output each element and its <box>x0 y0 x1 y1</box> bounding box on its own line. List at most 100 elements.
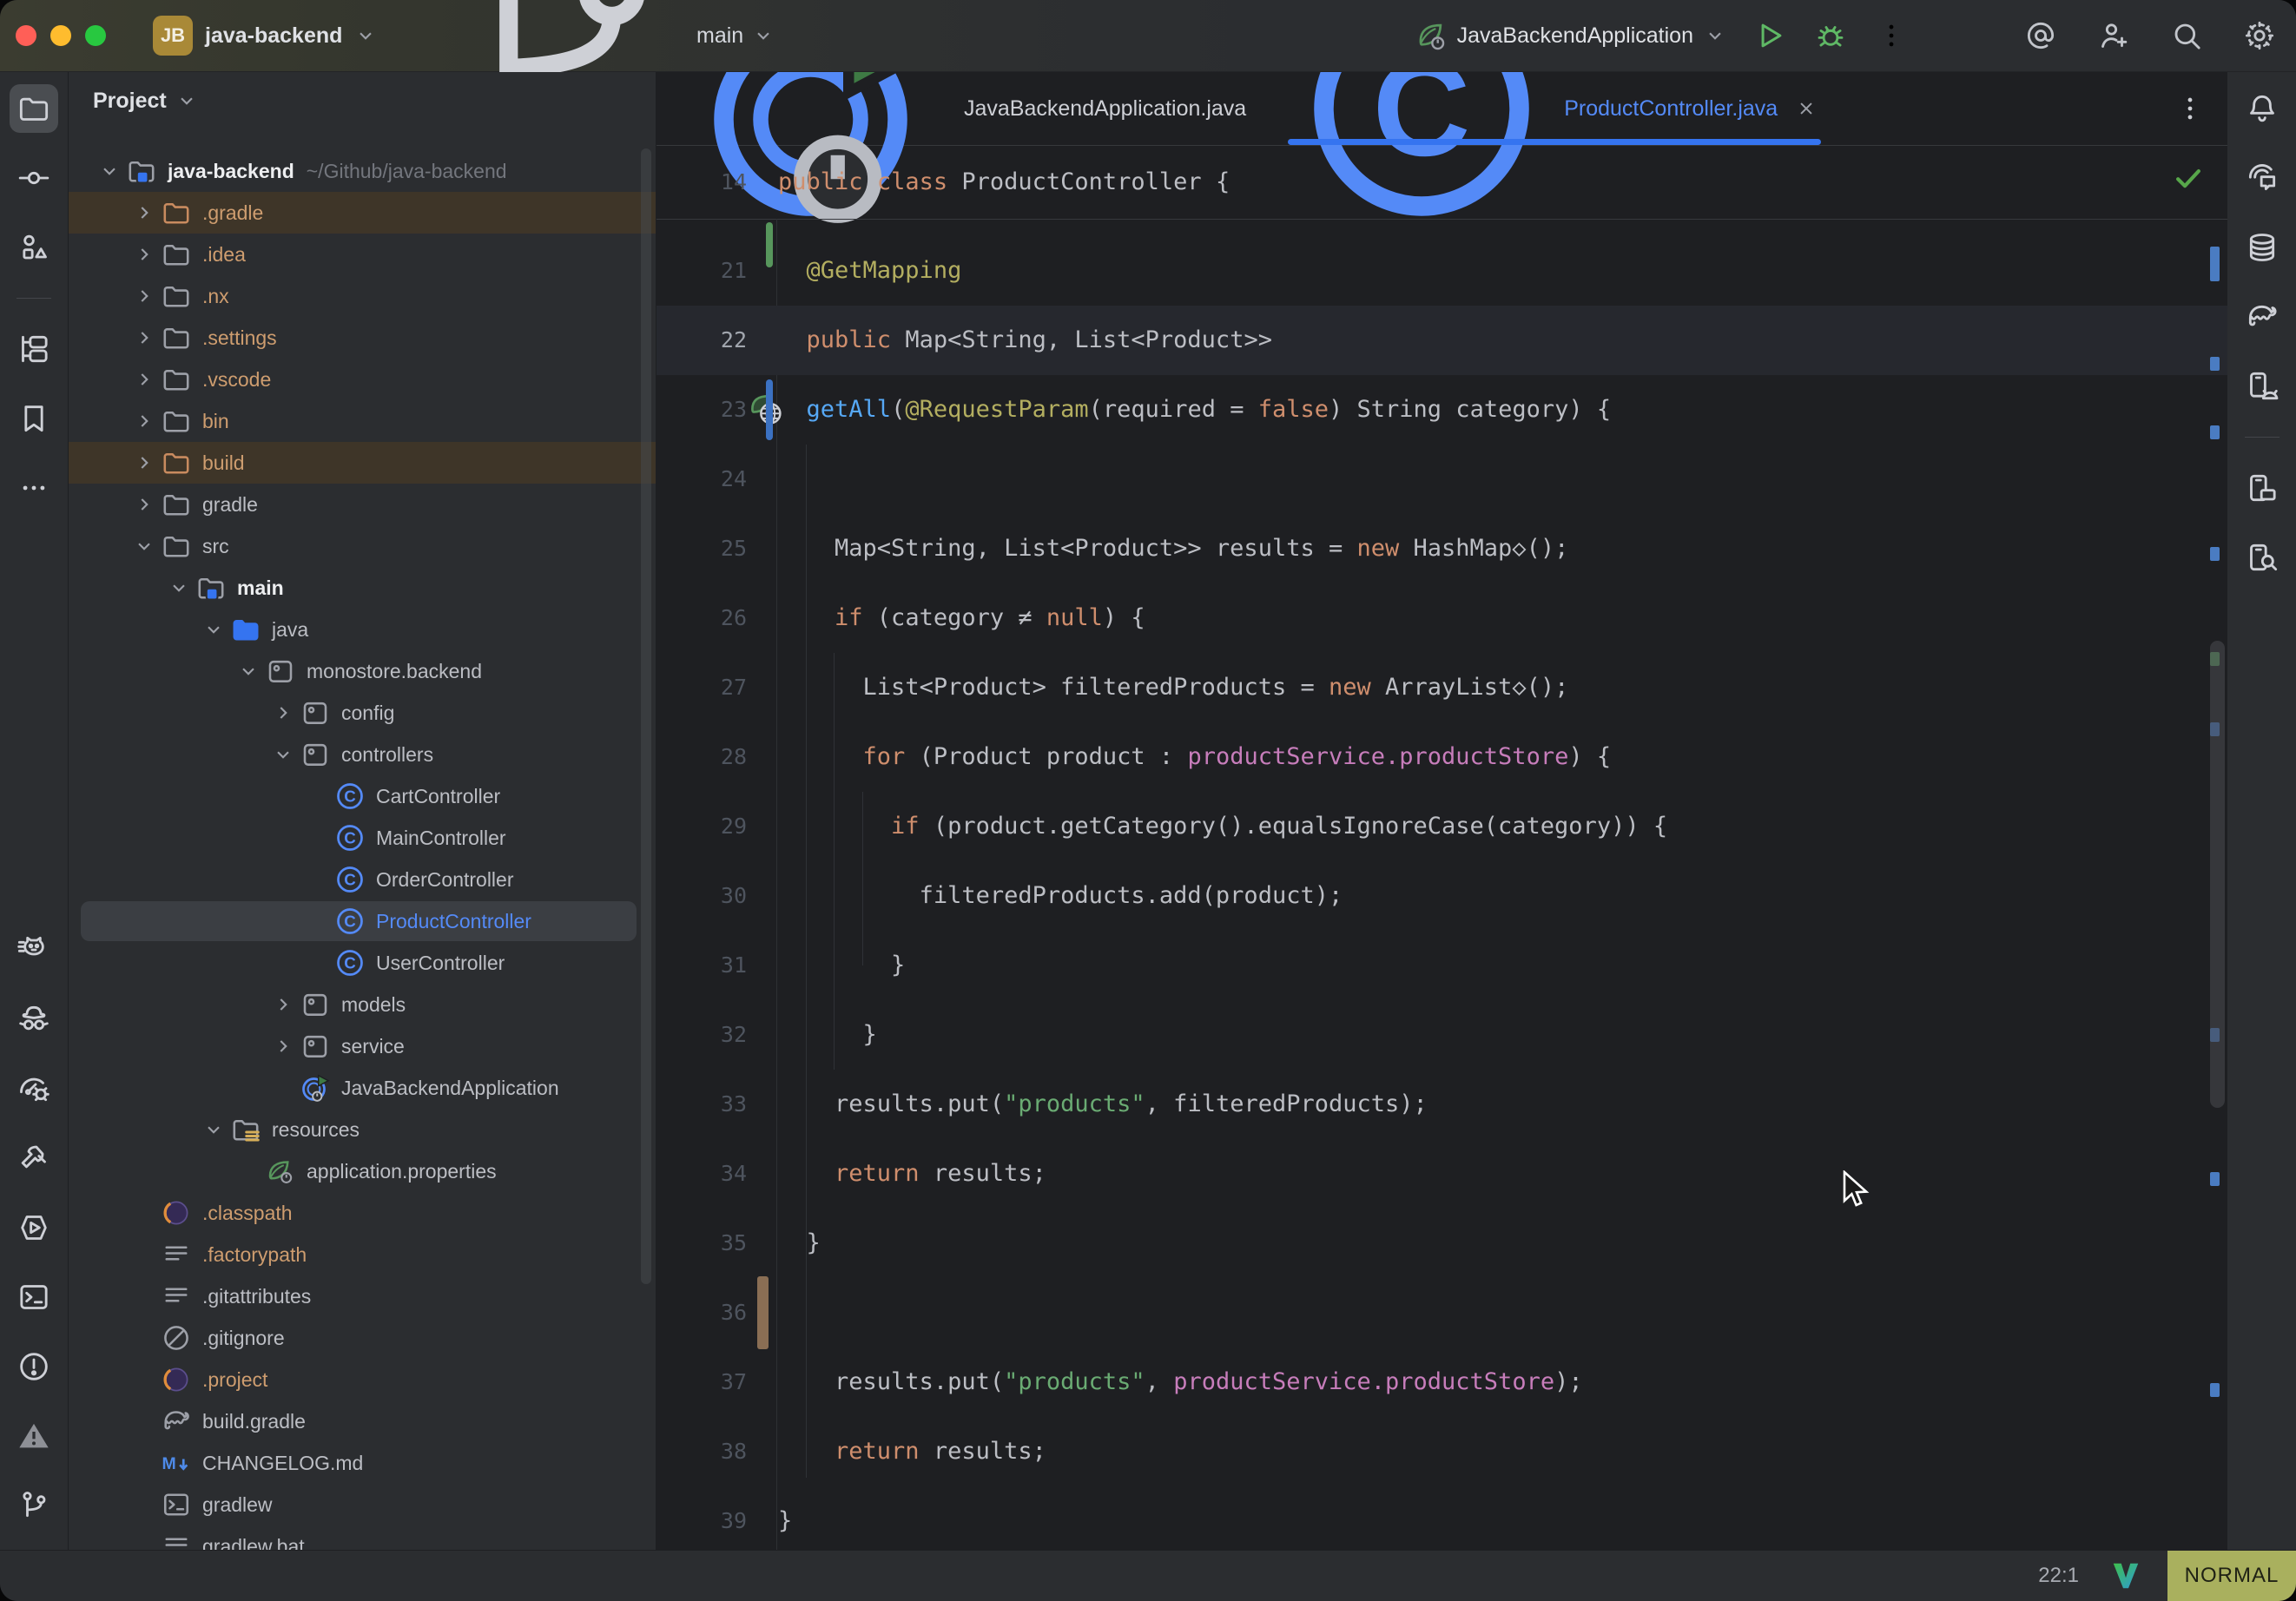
line-number[interactable]: 30 <box>656 861 747 931</box>
code-line-22[interactable]: 22 public Map<String, List<Product>> <box>656 306 2227 375</box>
ai-cat-plugin-icon[interactable] <box>10 926 58 974</box>
code-line-24[interactable]: 24 <box>656 445 2227 514</box>
device-explorer-tool-icon[interactable] <box>2238 533 2286 582</box>
terminal-tool-icon[interactable] <box>10 1273 58 1321</box>
chevron-down-icon[interactable] <box>268 740 298 769</box>
tree-item-application-properties[interactable]: application.properties <box>69 1150 656 1192</box>
tree-item--gradle[interactable]: .gradle <box>69 192 656 234</box>
chevron-down-icon[interactable] <box>199 615 228 644</box>
code-line-32[interactable]: 32 } <box>656 1000 2227 1070</box>
project-tree-scrollbar[interactable] <box>641 148 651 1284</box>
code-line-37[interactable]: 37 results.put("products", productServic… <box>656 1347 2227 1417</box>
code-line-26[interactable]: 26 if (category ≠ null) { <box>656 583 2227 653</box>
tree-item--gitattributes[interactable]: .gitattributes <box>69 1275 656 1317</box>
code-line-14[interactable]: public class ProductController { <box>778 146 1230 219</box>
tree-item-service[interactable]: service <box>69 1025 656 1067</box>
code-line-35[interactable]: 35 } <box>656 1209 2227 1278</box>
error-stripe-mark[interactable] <box>2210 247 2220 281</box>
tree-item-controllers[interactable]: controllers <box>69 734 656 775</box>
chevron-right-icon[interactable] <box>129 406 159 436</box>
tree-item-gradle[interactable]: gradle <box>69 484 656 525</box>
chevron-right-icon[interactable] <box>129 448 159 478</box>
tree-item-monostore-backend[interactable]: monostore.backend <box>69 650 656 692</box>
code-line-38[interactable]: 38 return results; <box>656 1417 2227 1486</box>
chevron-right-icon[interactable] <box>268 1031 298 1061</box>
chevron-right-icon[interactable] <box>129 323 159 352</box>
zoom-button[interactable] <box>85 25 106 46</box>
tree-item-gradlew-bat[interactable]: gradlew.bat <box>69 1525 656 1551</box>
line-number[interactable]: 35 <box>656 1209 747 1278</box>
error-stripe-mark[interactable] <box>2210 547 2220 561</box>
vim-mode-badge[interactable]: NORMAL <box>2167 1551 2296 1601</box>
line-number[interactable]: 25 <box>656 514 747 583</box>
inspections-ok-icon[interactable] <box>2172 161 2205 198</box>
version-control-tool-icon[interactable] <box>10 1481 58 1530</box>
device-manager-tool-icon[interactable] <box>2238 362 2286 411</box>
chevron-right-icon[interactable] <box>129 365 159 394</box>
line-number[interactable]: 38 <box>656 1417 747 1486</box>
tree-item--gitignore[interactable]: .gitignore <box>69 1317 656 1359</box>
code-line-25[interactable]: 25 Map<String, List<Product>> results = … <box>656 514 2227 583</box>
ideavim-icon[interactable] <box>2110 1560 2141 1591</box>
code-line-30[interactable]: 30 filteredProducts.add(product); <box>656 861 2227 931</box>
project-panel-header[interactable]: Project <box>69 72 656 129</box>
tree-item-main[interactable]: main <box>69 567 656 609</box>
tree-item--factorypath[interactable]: .factorypath <box>69 1234 656 1275</box>
line-number[interactable]: 33 <box>656 1070 747 1139</box>
tree-item-cartcontroller[interactable]: CCartController <box>69 775 656 817</box>
line-number[interactable]: 39 <box>656 1486 747 1551</box>
run-button[interactable] <box>1752 18 1787 53</box>
gear-icon[interactable] <box>2242 18 2277 53</box>
tree-item--nx[interactable]: .nx <box>69 275 656 317</box>
line-number[interactable]: 29 <box>656 792 747 861</box>
minimize-button[interactable] <box>50 25 71 46</box>
incognito-plugin-icon[interactable] <box>10 995 58 1044</box>
tree-item-build-gradle[interactable]: build.gradle <box>69 1400 656 1442</box>
profiler-tool-icon[interactable] <box>10 1064 58 1113</box>
ai-assistant-icon[interactable] <box>2023 18 2058 53</box>
close-button[interactable] <box>16 25 36 46</box>
tree-item-javabackendapplication[interactable]: JavaBackendApplication <box>69 1067 656 1109</box>
chevron-down-icon[interactable] <box>199 1115 228 1144</box>
more-tool-windows-icon[interactable] <box>10 464 58 512</box>
code-line-33[interactable]: 33 results.put("products", filteredProdu… <box>656 1070 2227 1139</box>
running-devices-tool-icon[interactable] <box>2238 464 2286 512</box>
code-line-21[interactable]: 21 @GetMapping <box>656 236 2227 306</box>
commit-tool-icon[interactable] <box>10 154 58 202</box>
line-number[interactable]: 24 <box>656 445 747 514</box>
editor-scrollbar[interactable] <box>2210 641 2225 1108</box>
line-number[interactable]: 28 <box>656 722 747 792</box>
tree-item-ordercontroller[interactable]: COrderController <box>69 859 656 900</box>
database-tool-icon[interactable] <box>2238 223 2286 272</box>
line-number[interactable]: 34 <box>656 1139 747 1209</box>
tree-item--classpath[interactable]: .classpath <box>69 1192 656 1234</box>
chevron-right-icon[interactable] <box>129 240 159 269</box>
tree-item-java[interactable]: java <box>69 609 656 650</box>
build-tool-icon[interactable] <box>10 1134 58 1183</box>
hierarchy-tool-icon[interactable] <box>10 325 58 373</box>
tree-item--idea[interactable]: .idea <box>69 234 656 275</box>
debug-button[interactable] <box>1813 18 1848 53</box>
line-number[interactable]: 32 <box>656 1000 747 1070</box>
tree-item-src[interactable]: src <box>69 525 656 567</box>
code-line-29[interactable]: 29 if (product.getCategory().equalsIgnor… <box>656 792 2227 861</box>
caret-position[interactable]: 22:1 <box>2038 1564 2079 1588</box>
chevron-right-icon[interactable] <box>129 198 159 227</box>
close-tab-icon[interactable] <box>1795 97 1818 120</box>
tab-javabackendapplication[interactable]: JavaBackendApplication.java <box>669 72 1269 145</box>
tree-item--vscode[interactable]: .vscode <box>69 359 656 400</box>
chevron-right-icon[interactable] <box>129 490 159 519</box>
tree-item-config[interactable]: config <box>69 692 656 734</box>
tree-item-bin[interactable]: bin <box>69 400 656 442</box>
structure-tool-icon[interactable] <box>10 223 58 272</box>
chevron-right-icon[interactable] <box>268 990 298 1019</box>
sticky-code-line[interactable]: 14 public class ProductController { <box>656 146 2227 220</box>
error-stripe-mark[interactable] <box>2210 425 2220 439</box>
project-widget[interactable]: JB java-backend <box>153 0 377 71</box>
project-tool-icon[interactable] <box>10 84 58 133</box>
vcs-branch-widget[interactable]: main <box>427 0 775 71</box>
error-stripe-mark[interactable] <box>2210 357 2220 371</box>
code-line-28[interactable]: 28 for (Product product : productService… <box>656 722 2227 792</box>
line-number[interactable]: 22 <box>656 306 747 375</box>
chevron-right-icon[interactable] <box>129 281 159 311</box>
